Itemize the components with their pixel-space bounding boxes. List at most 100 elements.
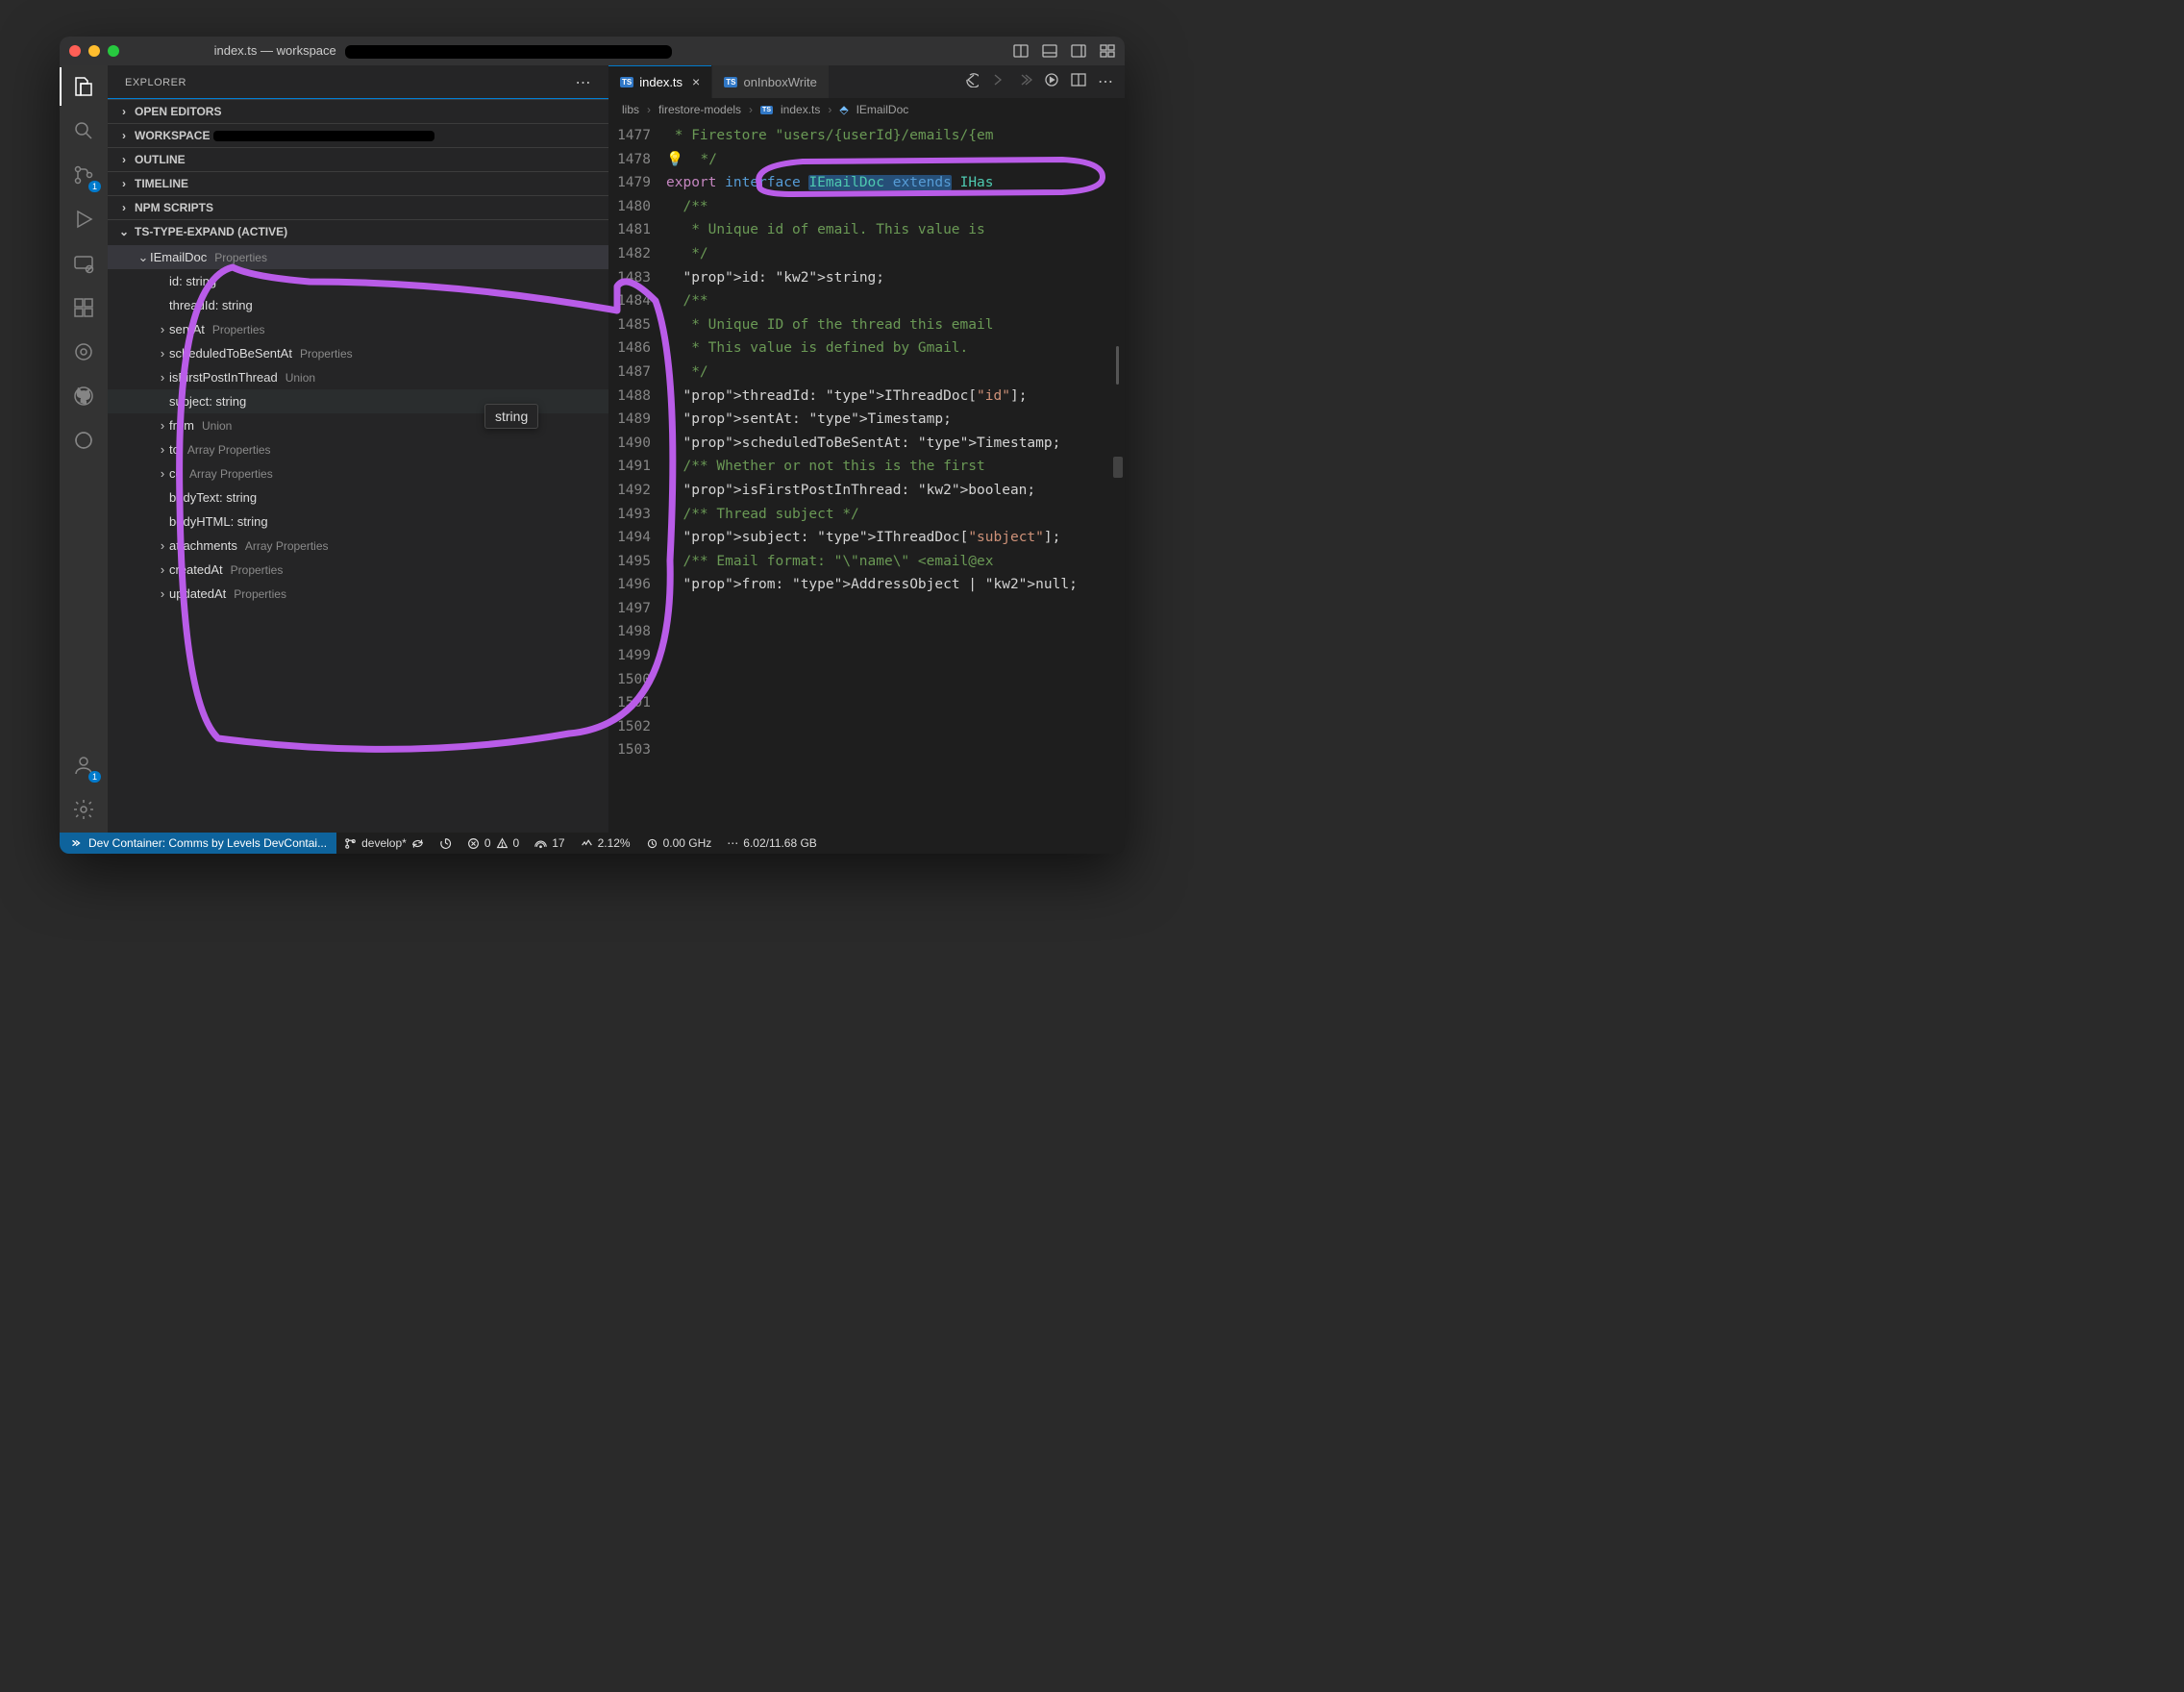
section-label: NPM SCRIPTS [135,201,213,214]
tree-item-label: scheduledToBeSentAt [169,346,292,361]
tree-item[interactable]: ›isFirstPostInThreadUnion [108,365,608,389]
tree-item[interactable]: ›cc Array Properties [108,461,608,485]
tab-index-ts[interactable]: TS index.ts × [608,65,712,98]
tree-root[interactable]: ⌄ IEmailDoc Properties [108,245,608,269]
line-gutter: 1477147814791480148114821483148414851486… [608,120,666,833]
timeline-section[interactable]: › TIMELINE [108,171,608,195]
split-editor-icon[interactable] [1071,72,1086,92]
sidebar-more-icon[interactable]: ⋯ [576,73,592,92]
editor-tabs: TS index.ts × TS onInboxWrite ⋯ [608,65,1125,99]
tree-item-badge: Properties [212,323,265,336]
tree-item-badge: Array Properties [187,443,271,457]
tree-item-badge: Array Properties [189,467,273,481]
go-back-icon[interactable] [963,72,979,92]
chevron-right-icon: › [156,322,169,336]
misc-activity[interactable] [70,427,97,454]
code-content[interactable]: * Firestore "users/{userId}/emails/{em💡 … [666,120,1125,833]
close-icon[interactable]: × [692,74,700,89]
tree-item[interactable]: bodyText: string [108,485,608,510]
ghz-status[interactable]: 0.00 GHz [638,836,720,850]
code-editor[interactable]: 1477147814791480148114821483148414851486… [608,120,1125,833]
errors-status[interactable]: 0 0 [459,836,527,850]
breadcrumb-item[interactable]: libs [622,103,639,116]
section-label: TIMELINE [135,177,188,190]
workspace-section[interactable]: › WORKSPACE [108,123,608,147]
scm-badge: 1 [88,181,101,192]
breadcrumb[interactable]: libs› firestore-models› TS index.ts› ⬘ I… [608,99,1125,120]
more-icon[interactable]: ⋯ [1098,72,1113,91]
layout-grid-icon[interactable] [1100,43,1115,59]
outline-section[interactable]: › OUTLINE [108,147,608,171]
redacted-text [345,45,672,59]
github-activity[interactable] [70,383,97,410]
type-expand-section[interactable]: ⌄ TS-TYPE-EXPAND (ACTIVE) [108,219,608,243]
tree-item[interactable]: threadId: string [108,293,608,317]
tree-item[interactable]: ›sentAtProperties [108,317,608,341]
chevron-right-icon: › [117,153,131,166]
tree-item[interactable]: ›attachmentsArray Properties [108,534,608,558]
cpu-status[interactable]: 2.12% [573,836,638,850]
remote-indicator[interactable]: Dev Container: Comms by Levels DevContai… [60,833,336,854]
tree-item-label: cc [169,466,182,481]
ts-file-icon: TS [724,77,737,87]
search-activity[interactable] [70,117,97,144]
open-editors-section[interactable]: › OPEN EDITORS [108,99,608,123]
remote-activity[interactable] [70,250,97,277]
lens-activity[interactable] [70,338,97,365]
tree-item[interactable]: id: string [108,269,608,293]
tree-item-label: subject: string [169,394,246,409]
debug-activity[interactable] [70,206,97,233]
cpu-value: 2.12% [598,836,631,850]
chevron-right-icon: › [156,466,169,481]
sync-status[interactable] [432,837,459,850]
chevron-right-icon: › [117,177,131,190]
run-icon[interactable] [1044,72,1059,92]
section-label: OUTLINE [135,153,186,166]
port-status[interactable]: 17 [527,836,572,850]
chevron-right-icon: › [117,105,131,118]
breadcrumb-item[interactable]: IEmailDoc [856,103,909,116]
breadcrumb-item[interactable]: firestore-models [658,103,741,116]
error-count: 0 [484,836,491,850]
port-count: 17 [552,836,564,850]
explorer-sidebar: EXPLORER ⋯ › OPEN EDITORS › WORKSPACE › … [108,65,608,833]
mem-value: 6.02/11.68 GB [743,836,817,850]
mem-status[interactable]: ⋯ 6.02/11.68 GB [719,836,825,850]
go-forward-icon-2[interactable] [1017,72,1032,92]
go-forward-icon[interactable] [990,72,1005,92]
explorer-activity[interactable] [70,73,97,100]
tree-item-badge: Array Properties [245,539,329,553]
npm-scripts-section[interactable]: › NPM SCRIPTS [108,195,608,219]
ts-file-icon: TS [620,77,633,87]
tree-item[interactable]: ›createdAtProperties [108,558,608,582]
tree-item[interactable]: bodyHTML: string [108,510,608,534]
tree-item-label: attachments [169,538,237,553]
tree-item-badge: Union [202,419,232,433]
breadcrumb-item[interactable]: index.ts [781,103,820,116]
tree-item-label: bodyHTML: string [169,514,268,529]
chevron-down-icon: ⌄ [117,225,131,238]
section-label: TS-TYPE-EXPAND (ACTIVE) [135,225,287,238]
extensions-activity[interactable] [70,294,97,321]
tree-item-label: bodyText: string [169,490,257,505]
layout-panel-icon[interactable] [1013,43,1029,59]
layout-bottom-icon[interactable] [1042,43,1057,59]
tab-oninboxwrite[interactable]: TS onInboxWrite [712,65,830,98]
hover-tooltip: string [484,404,538,429]
tree-item-label: to [169,442,180,457]
tree-item[interactable]: ›scheduledToBeSentAtProperties [108,341,608,365]
tree-item-label: from [169,418,194,433]
branch-status[interactable]: develop* [336,836,432,850]
account-activity[interactable]: 1 [70,752,97,779]
tree-item-badge: Properties [214,251,267,264]
scrollbar-thumb[interactable] [1113,457,1123,478]
warning-count: 0 [513,836,520,850]
tree-item-badge: Union [285,371,315,385]
tree-item[interactable]: ›toArray Properties [108,437,608,461]
scm-activity[interactable]: 1 [70,162,97,188]
layout-right-icon[interactable] [1071,43,1086,59]
tab-label: index.ts [639,75,682,89]
tree-item[interactable]: ›updatedAtProperties [108,582,608,606]
minimap-indicator [1116,346,1119,385]
settings-activity[interactable] [70,796,97,823]
